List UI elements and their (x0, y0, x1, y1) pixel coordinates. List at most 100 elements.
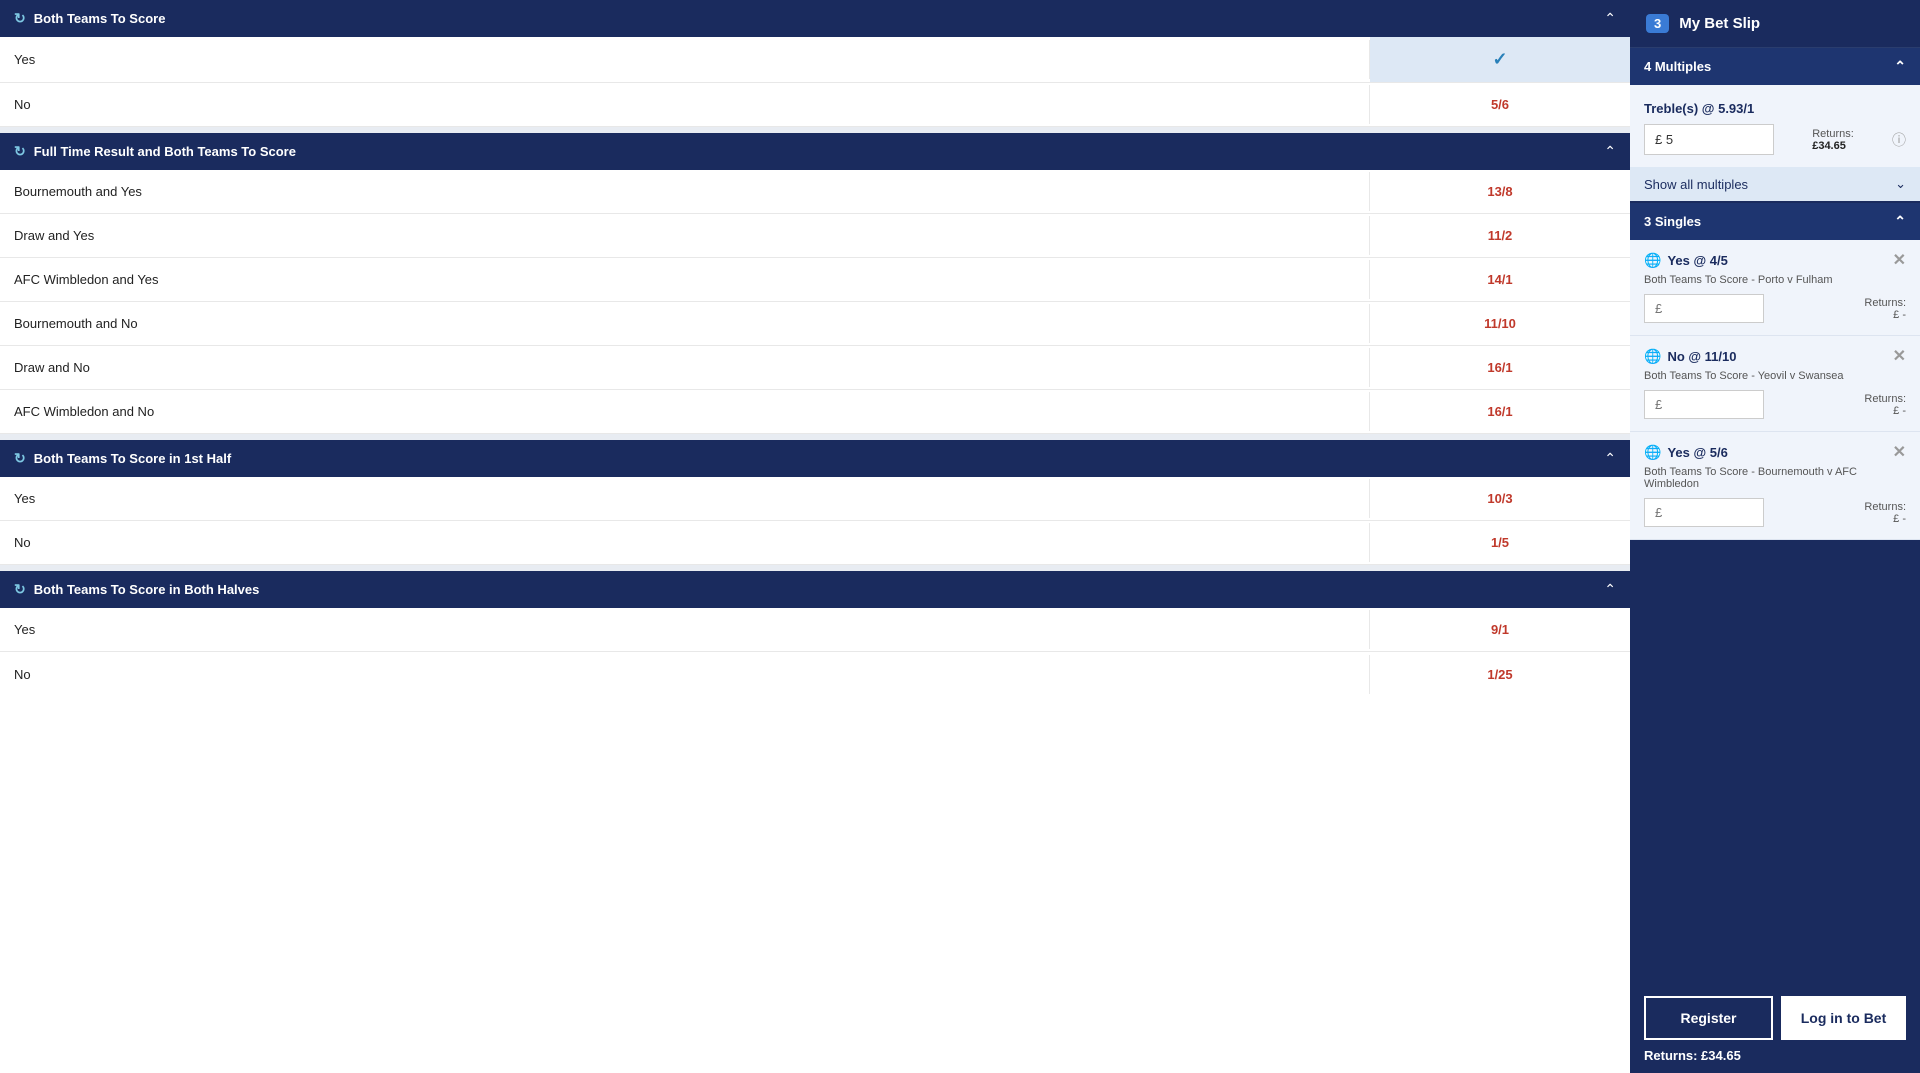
bts-yes-row: Yes ✓ (0, 37, 1630, 83)
bts1h-yes-row: Yes 10/3 (0, 477, 1630, 521)
section-header-bts1h[interactable]: ↻ Both Teams To Score in 1st Half ⌃ (0, 440, 1630, 477)
btsbh-yes-odds[interactable]: 9/1 (1370, 610, 1630, 649)
single-returns-label-1: Returns: (1864, 393, 1906, 405)
ftr-odds-4[interactable]: 16/1 (1370, 348, 1630, 387)
single-bet-title-0: 🌐 Yes @ 4/5 (1644, 252, 1728, 269)
multiples-content: Treble(s) @ 5.93/1 Returns: £34.65 ⓘ (1630, 85, 1920, 167)
single-bet-title-2: 🌐 Yes @ 5/6 (1644, 444, 1728, 461)
multiples-stake-input[interactable] (1644, 124, 1774, 155)
sidebar-footer: Register Log in to Bet Returns: £34.65 (1630, 984, 1920, 1073)
ftr-label-4: Draw and No (0, 348, 1370, 387)
info-icon: ⓘ (1892, 130, 1906, 150)
bts-yes-odds[interactable]: ✓ (1370, 37, 1630, 82)
refresh-icon-3: ↻ (14, 450, 26, 467)
chevron-up-icon-4: ⌃ (1604, 581, 1616, 598)
single-stake-1[interactable] (1644, 390, 1764, 419)
returns-value: £34.65 (1812, 140, 1854, 152)
section-title-btsbh: Both Teams To Score in Both Halves (34, 582, 260, 597)
bet-slip-title: My Bet Slip (1679, 15, 1760, 32)
singles-title: 3 Singles (1644, 214, 1701, 229)
ftr-odds-3[interactable]: 11/10 (1370, 304, 1630, 343)
bts1h-no-row: No 1/5 (0, 521, 1630, 565)
single-returns-label-0: Returns: (1864, 297, 1906, 309)
section-header-btsbh[interactable]: ↻ Both Teams To Score in Both Halves ⌃ (0, 571, 1630, 608)
single-returns-value-0: £ - (1864, 309, 1906, 321)
singles-section: 3 Singles ⌃ 🌐 Yes @ 4/5 ✕ Both Teams To … (1630, 203, 1920, 540)
close-single-0[interactable]: ✕ (1893, 250, 1906, 270)
globe-icon-1: 🌐 (1644, 348, 1661, 365)
returns-label: Returns: (1812, 128, 1854, 140)
singles-header[interactable]: 3 Singles ⌃ (1630, 203, 1920, 240)
bet-slip-header: 3 My Bet Slip (1630, 0, 1920, 48)
single-returns-1: Returns: £ - (1864, 393, 1906, 417)
single-returns-value-2: £ - (1864, 513, 1906, 525)
treble-odds: Treble(s) @ 5.93/1 (1644, 97, 1906, 124)
btsbh-yes-row: Yes 9/1 (0, 608, 1630, 652)
single-bet-desc-0: Both Teams To Score - Porto v Fulham (1644, 274, 1906, 286)
bts1h-no-odds[interactable]: 1/5 (1370, 523, 1630, 562)
multiples-returns: Returns: £34.65 (1812, 128, 1854, 152)
ftr-odds-2[interactable]: 14/1 (1370, 260, 1630, 299)
check-icon: ✓ (1492, 49, 1507, 69)
single-bet-desc-1: Both Teams To Score - Yeovil v Swansea (1644, 370, 1906, 382)
btsbh-no-row: No 1/25 (0, 652, 1630, 696)
show-multiples-button[interactable]: Show all multiples ⌄ (1630, 167, 1920, 201)
ftr-bet-row-3: Bournemouth and No 11/10 (0, 302, 1630, 346)
single-bet-item-1: 🌐 No @ 11/10 ✕ Both Teams To Score - Yeo… (1630, 336, 1920, 432)
single-input-row-2: Returns: £ - (1644, 498, 1906, 527)
bts-no-row: No 5/6 (0, 83, 1630, 127)
ftr-odds-0[interactable]: 13/8 (1370, 172, 1630, 211)
section-title-bts: Both Teams To Score (34, 11, 166, 26)
footer-buttons: Register Log in to Bet (1644, 996, 1906, 1040)
ftr-label-0: Bournemouth and Yes (0, 172, 1370, 211)
single-returns-0: Returns: £ - (1864, 297, 1906, 321)
single-returns-value-1: £ - (1864, 405, 1906, 417)
globe-icon-2: 🌐 (1644, 444, 1661, 461)
chevron-up-icon-2: ⌃ (1604, 143, 1616, 160)
ftr-label-5: AFC Wimbledon and No (0, 392, 1370, 431)
single-title-text-2: Yes @ 5/6 (1667, 445, 1727, 460)
single-returns-2: Returns: £ - (1864, 501, 1906, 525)
bts1h-yes-odds[interactable]: 10/3 (1370, 479, 1630, 518)
single-bet-item-2: 🌐 Yes @ 5/6 ✕ Both Teams To Score - Bour… (1630, 432, 1920, 540)
single-returns-label-2: Returns: (1864, 501, 1906, 513)
ftr-bet-row-2: AFC Wimbledon and Yes 14/1 (0, 258, 1630, 302)
register-button[interactable]: Register (1644, 996, 1773, 1040)
close-single-2[interactable]: ✕ (1893, 442, 1906, 462)
btsbh-no-odds[interactable]: 1/25 (1370, 655, 1630, 694)
single-bet-header-0: 🌐 Yes @ 4/5 ✕ (1644, 250, 1906, 270)
ftr-odds-5[interactable]: 16/1 (1370, 392, 1630, 431)
bet-count-badge: 3 (1646, 14, 1669, 33)
single-stake-0[interactable] (1644, 294, 1764, 323)
close-single-1[interactable]: ✕ (1893, 346, 1906, 366)
ftr-bet-row-4: Draw and No 16/1 (0, 346, 1630, 390)
multiples-title: 4 Multiples (1644, 59, 1711, 74)
single-bet-item-0: 🌐 Yes @ 4/5 ✕ Both Teams To Score - Port… (1630, 240, 1920, 336)
ftr-bet-row-0: Bournemouth and Yes 13/8 (0, 170, 1630, 214)
ftr-odds-1[interactable]: 11/2 (1370, 216, 1630, 255)
section-title-ftr: Full Time Result and Both Teams To Score (34, 144, 296, 159)
main-content: ↻ Both Teams To Score ⌃ Yes ✓ No 5/6 ↻ F… (0, 0, 1630, 1073)
multiples-header[interactable]: 4 Multiples ⌃ (1630, 48, 1920, 85)
chevron-up-icon: ⌃ (1604, 10, 1616, 27)
single-bet-title-1: 🌐 No @ 11/10 (1644, 348, 1736, 365)
chevron-up-icon-3: ⌃ (1604, 450, 1616, 467)
section-header-bts[interactable]: ↻ Both Teams To Score ⌃ (0, 0, 1630, 37)
bts-no-label: No (0, 85, 1370, 124)
bts-no-odds[interactable]: 5/6 (1370, 85, 1630, 124)
single-bet-header-2: 🌐 Yes @ 5/6 ✕ (1644, 442, 1906, 462)
single-stake-2[interactable] (1644, 498, 1764, 527)
multiples-input-row: Returns: £34.65 ⓘ (1644, 124, 1906, 155)
refresh-icon-4: ↻ (14, 581, 26, 598)
bet-slip-sidebar: 3 My Bet Slip 4 Multiples ⌃ Treble(s) @ … (1630, 0, 1920, 1073)
ftr-label-3: Bournemouth and No (0, 304, 1370, 343)
section-header-ftr[interactable]: ↻ Full Time Result and Both Teams To Sco… (0, 133, 1630, 170)
refresh-icon: ↻ (14, 10, 26, 27)
singles-chevron-up: ⌃ (1894, 213, 1906, 230)
single-bet-desc-2: Both Teams To Score - Bournemouth v AFC … (1644, 466, 1906, 490)
footer-returns: Returns: £34.65 (1644, 1048, 1906, 1063)
single-bet-header-1: 🌐 No @ 11/10 ✕ (1644, 346, 1906, 366)
refresh-icon-2: ↻ (14, 143, 26, 160)
bts1h-yes-label: Yes (0, 479, 1370, 518)
login-to-bet-button[interactable]: Log in to Bet (1781, 996, 1906, 1040)
